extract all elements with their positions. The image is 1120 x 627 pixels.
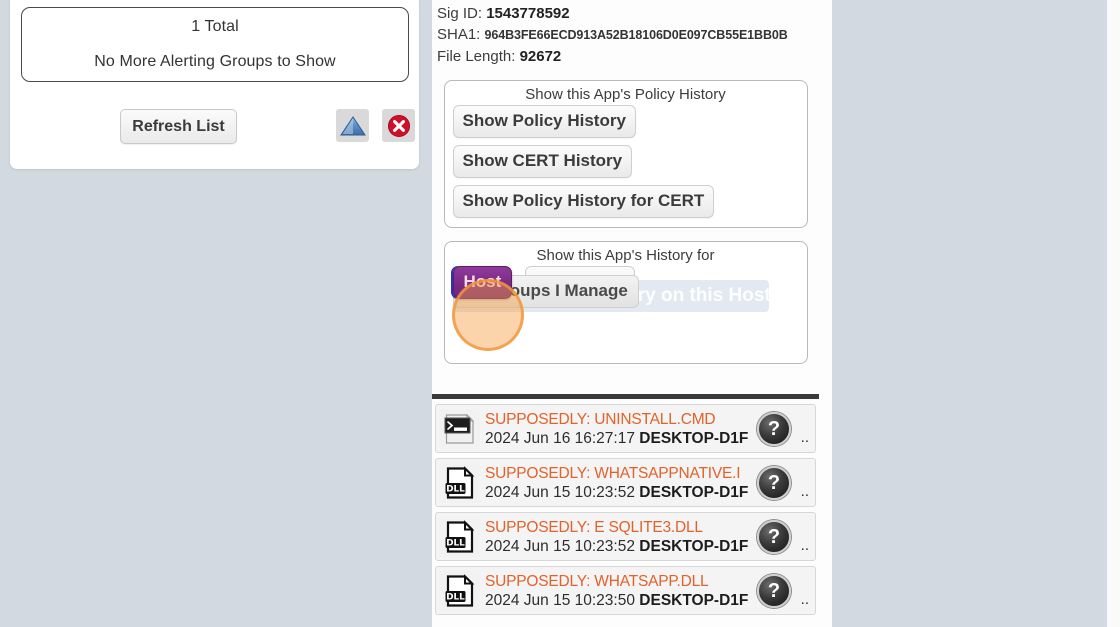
question-mark-icon[interactable]: ? <box>757 520 791 554</box>
event-timestamp: 2024 Jun 15 10:23:52 <box>485 538 635 555</box>
close-panel-button[interactable] <box>382 109 415 142</box>
event-timestamp: 2024 Jun 15 10:23:50 <box>485 592 635 609</box>
alerting-groups-card: 1 Total No More Alerting Groups to Show … <box>10 0 419 169</box>
table-row[interactable]: DLL SUPPOSEDLY: E SQLITE3.DLL 2024 Jun 1… <box>435 512 816 561</box>
dll-file-icon: DLL <box>440 463 480 503</box>
sha1-label: SHA1: <box>437 26 480 43</box>
history-host-button[interactable]: Host <box>453 266 513 299</box>
alerting-groups-status-box: 1 Total No More Alerting Groups to Show <box>21 7 409 82</box>
scroll-up-button[interactable] <box>336 109 369 142</box>
table-row[interactable]: SUPPOSEDLY: UNINSTALL.CMD 2024 Jun 16 16… <box>435 404 816 453</box>
event-truncation: .. <box>801 537 809 554</box>
question-mark-icon[interactable]: ? <box>757 412 791 446</box>
file-length-value: 92672 <box>520 48 562 65</box>
dll-file-icon: DLL <box>440 517 480 557</box>
column-divider-right <box>1107 0 1120 627</box>
sig-id-label: Sig ID: <box>437 5 482 22</box>
blue-triangle-up-icon <box>340 115 366 137</box>
event-truncation: .. <box>801 483 809 500</box>
app-history-panel: Show this App's History for Host This Gr… <box>444 241 808 364</box>
file-length-label: File Length: <box>437 48 515 65</box>
policy-history-panel: Show this App's Policy History Show Poli… <box>444 80 808 228</box>
app-metadata: Sig ID: 1543778592 SHA1: 964B3FE66ECD913… <box>432 0 819 67</box>
svg-text:DLL: DLL <box>446 592 465 602</box>
question-mark-icon[interactable]: ? <box>757 466 791 500</box>
event-list: SUPPOSEDLY: UNINSTALL.CMD 2024 Jun 16 16… <box>432 404 819 620</box>
app-detail-column: Sig ID: 1543778592 SHA1: 964B3FE66ECD913… <box>432 0 819 627</box>
file-length-line: File Length: 92672 <box>437 46 814 67</box>
event-host: DESKTOP-D1F <box>639 430 748 447</box>
event-truncation: .. <box>801 591 809 608</box>
dll-file-icon: DLL <box>440 571 480 611</box>
sig-id-line: Sig ID: 1543778592 <box>437 3 814 24</box>
event-host: DESKTOP-D1F <box>639 538 748 555</box>
policy-history-title: Show this App's Policy History <box>445 81 807 105</box>
svg-text:DLL: DLL <box>446 538 465 548</box>
show-policy-history-for-cert-button[interactable]: Show Policy History for CERT <box>453 185 715 218</box>
column-divider-left <box>819 0 832 627</box>
sig-id-value: 1543778592 <box>486 5 569 22</box>
app-root: 1 Total No More Alerting Groups to Show … <box>0 0 1120 627</box>
alerting-groups-total: 1 Total <box>191 18 239 36</box>
alerting-groups-empty-message: No More Alerting Groups to Show <box>94 53 335 71</box>
event-timestamp: 2024 Jun 16 16:27:17 <box>485 430 635 447</box>
event-host: DESKTOP-D1F <box>639 592 748 609</box>
section-divider <box>432 394 819 399</box>
show-cert-history-button[interactable]: Show CERT History <box>453 145 633 178</box>
event-timestamp: 2024 Jun 15 10:23:52 <box>485 484 635 501</box>
table-row[interactable]: DLL SUPPOSEDLY: WHATSAPPNATIVE.I 2024 Ju… <box>435 458 816 507</box>
show-policy-history-button[interactable]: Show Policy History <box>453 105 636 138</box>
table-row[interactable]: DLL SUPPOSEDLY: WHATSAPP.DLL 2024 Jun 15… <box>435 566 816 615</box>
event-host: DESKTOP-D1F <box>639 484 748 501</box>
red-circle-x-icon <box>387 114 411 138</box>
sha1-line: SHA1: 964B3FE66ECD913A52B18106D0E097CB55… <box>437 24 814 46</box>
event-truncation: .. <box>801 429 809 446</box>
refresh-list-button[interactable]: Refresh List <box>120 109 237 144</box>
sha1-value: 964B3FE66ECD913A52B18106D0E097CB55E1BB0B <box>485 28 788 42</box>
svg-text:DLL: DLL <box>446 484 465 494</box>
question-mark-icon[interactable]: ? <box>757 574 791 608</box>
app-history-title: Show this App's History for <box>445 242 807 266</box>
cmd-script-file-icon <box>440 409 480 449</box>
